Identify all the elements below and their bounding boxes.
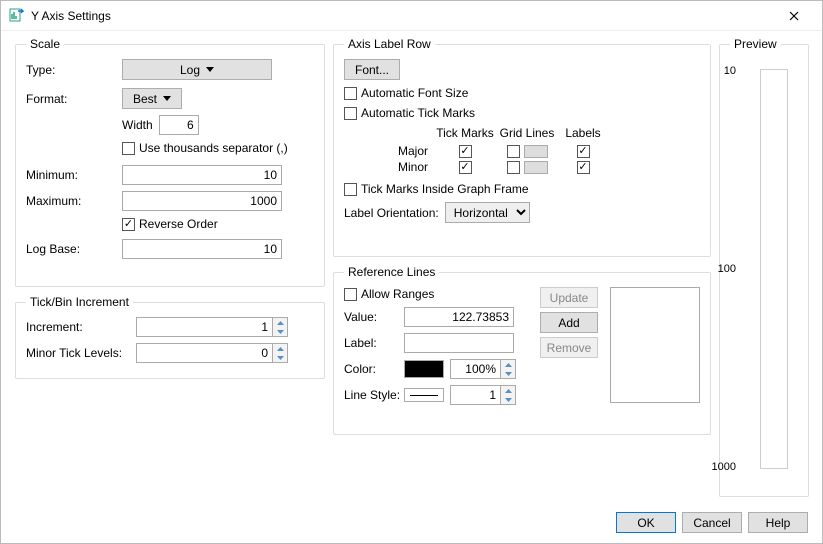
format-dropdown[interactable]: Best: [122, 88, 182, 109]
spin-up-icon[interactable]: [501, 386, 515, 395]
reference-list[interactable]: [610, 287, 700, 403]
spin-down-icon[interactable]: [501, 395, 515, 404]
dialog-footer: OK Cancel Help: [616, 512, 808, 533]
minimum-label: Minimum:: [26, 168, 122, 182]
close-icon: [789, 11, 799, 21]
reverse-order-checkbox[interactable]: Reverse Order: [122, 217, 218, 231]
increment-spinner[interactable]: [136, 317, 288, 337]
tick-increment-group: Tick/Bin Increment Increment: Minor Tick…: [15, 295, 325, 379]
spin-up-icon[interactable]: [273, 318, 287, 327]
thousands-label: Use thousands separator (,): [139, 141, 288, 155]
spin-down-icon[interactable]: [273, 353, 287, 362]
minor-tick-input[interactable]: [136, 343, 272, 363]
spin-down-icon[interactable]: [501, 369, 515, 378]
ref-value-input[interactable]: [404, 307, 514, 327]
preview-tick-10: 10: [724, 65, 736, 77]
minor-tick-spinner[interactable]: [136, 343, 288, 363]
ref-value-label: Value:: [344, 310, 404, 324]
inside-frame-checkbox[interactable]: Tick Marks Inside Graph Frame: [344, 182, 529, 196]
logbase-input[interactable]: [122, 239, 282, 259]
scale-legend: Scale: [26, 37, 64, 51]
format-label: Format:: [26, 92, 122, 106]
ref-style-label: Line Style:: [344, 388, 404, 402]
font-button[interactable]: Font...: [344, 59, 400, 80]
preview-group: Preview 10 100 1000: [719, 37, 809, 497]
spin-up-icon[interactable]: [273, 344, 287, 353]
add-button[interactable]: Add: [540, 312, 598, 333]
dialog-window: Y Axis Settings Scale Type: Log Format: …: [0, 0, 823, 544]
app-icon: [9, 8, 25, 24]
ref-label-input[interactable]: [404, 333, 514, 353]
spin-down-icon[interactable]: [273, 327, 287, 336]
major-row-label: Major: [384, 144, 434, 158]
major-grid-color[interactable]: [524, 145, 548, 158]
minor-row-label: Minor: [384, 160, 434, 174]
close-button[interactable]: [774, 2, 814, 30]
help-button[interactable]: Help: [748, 512, 808, 533]
axis-legend: Axis Label Row: [344, 37, 435, 51]
increment-label: Increment:: [26, 320, 136, 334]
axis-label-group: Axis Label Row Font... Automatic Font Si…: [333, 37, 711, 257]
spin-up-icon[interactable]: [501, 360, 515, 369]
minor-grid-color[interactable]: [524, 161, 548, 174]
content-area: Scale Type: Log Format: Best Width Use t…: [15, 37, 808, 499]
minor-tick-label: Minor Tick Levels:: [26, 346, 136, 360]
col-tick-marks: Tick Marks: [434, 126, 496, 140]
major-labels-checkbox[interactable]: [577, 145, 590, 158]
opacity-spinner[interactable]: [450, 359, 516, 379]
ref-legend: Reference Lines: [344, 265, 439, 279]
reverse-order-label: Reverse Order: [139, 217, 218, 231]
opacity-input[interactable]: [450, 359, 500, 379]
ref-color-label: Color:: [344, 362, 404, 376]
window-title: Y Axis Settings: [31, 9, 774, 23]
checkbox-box: [122, 218, 135, 231]
minor-labels-checkbox[interactable]: [577, 161, 590, 174]
type-dropdown[interactable]: Log: [122, 59, 272, 80]
line-width-spinner[interactable]: [450, 385, 516, 405]
width-label: Width: [122, 118, 153, 132]
ok-button[interactable]: OK: [616, 512, 676, 533]
major-tick-checkbox[interactable]: [459, 145, 472, 158]
remove-button[interactable]: Remove: [540, 337, 598, 358]
minimum-input[interactable]: [122, 165, 282, 185]
preview-tick-100: 100: [718, 263, 736, 275]
checkbox-box: [122, 142, 135, 155]
maximum-label: Maximum:: [26, 194, 122, 208]
orientation-label: Label Orientation:: [344, 206, 439, 220]
orientation-select[interactable]: Horizontal: [445, 202, 530, 223]
increment-input[interactable]: [136, 317, 272, 337]
width-input[interactable]: [159, 115, 199, 135]
cancel-button[interactable]: Cancel: [682, 512, 742, 533]
thousands-checkbox[interactable]: Use thousands separator (,): [122, 141, 288, 155]
auto-font-checkbox[interactable]: Automatic Font Size: [344, 86, 468, 100]
col-grid-lines: Grid Lines: [496, 126, 558, 140]
allow-ranges-checkbox[interactable]: Allow Ranges: [344, 287, 434, 301]
logbase-label: Log Base:: [26, 242, 122, 256]
scale-group: Scale Type: Log Format: Best Width Use t…: [15, 37, 325, 287]
minor-tick-checkbox[interactable]: [459, 161, 472, 174]
ref-color-swatch[interactable]: [404, 360, 444, 378]
maximum-input[interactable]: [122, 191, 282, 211]
major-grid-checkbox[interactable]: [507, 145, 520, 158]
col-labels: Labels: [558, 126, 608, 140]
preview-legend: Preview: [730, 37, 781, 51]
line-width-input[interactable]: [450, 385, 500, 405]
auto-tick-checkbox[interactable]: Automatic Tick Marks: [344, 106, 475, 120]
tick-legend: Tick/Bin Increment: [26, 295, 133, 309]
minor-grid-checkbox[interactable]: [507, 161, 520, 174]
update-button[interactable]: Update: [540, 287, 598, 308]
type-label: Type:: [26, 63, 122, 77]
reference-lines-group: Reference Lines Allow Ranges Value: Labe…: [333, 265, 711, 435]
line-style-picker[interactable]: [404, 388, 444, 402]
preview-canvas: [760, 69, 788, 469]
preview-tick-1000: 1000: [712, 461, 736, 473]
titlebar: Y Axis Settings: [1, 1, 822, 31]
ref-label-label: Label:: [344, 336, 404, 350]
